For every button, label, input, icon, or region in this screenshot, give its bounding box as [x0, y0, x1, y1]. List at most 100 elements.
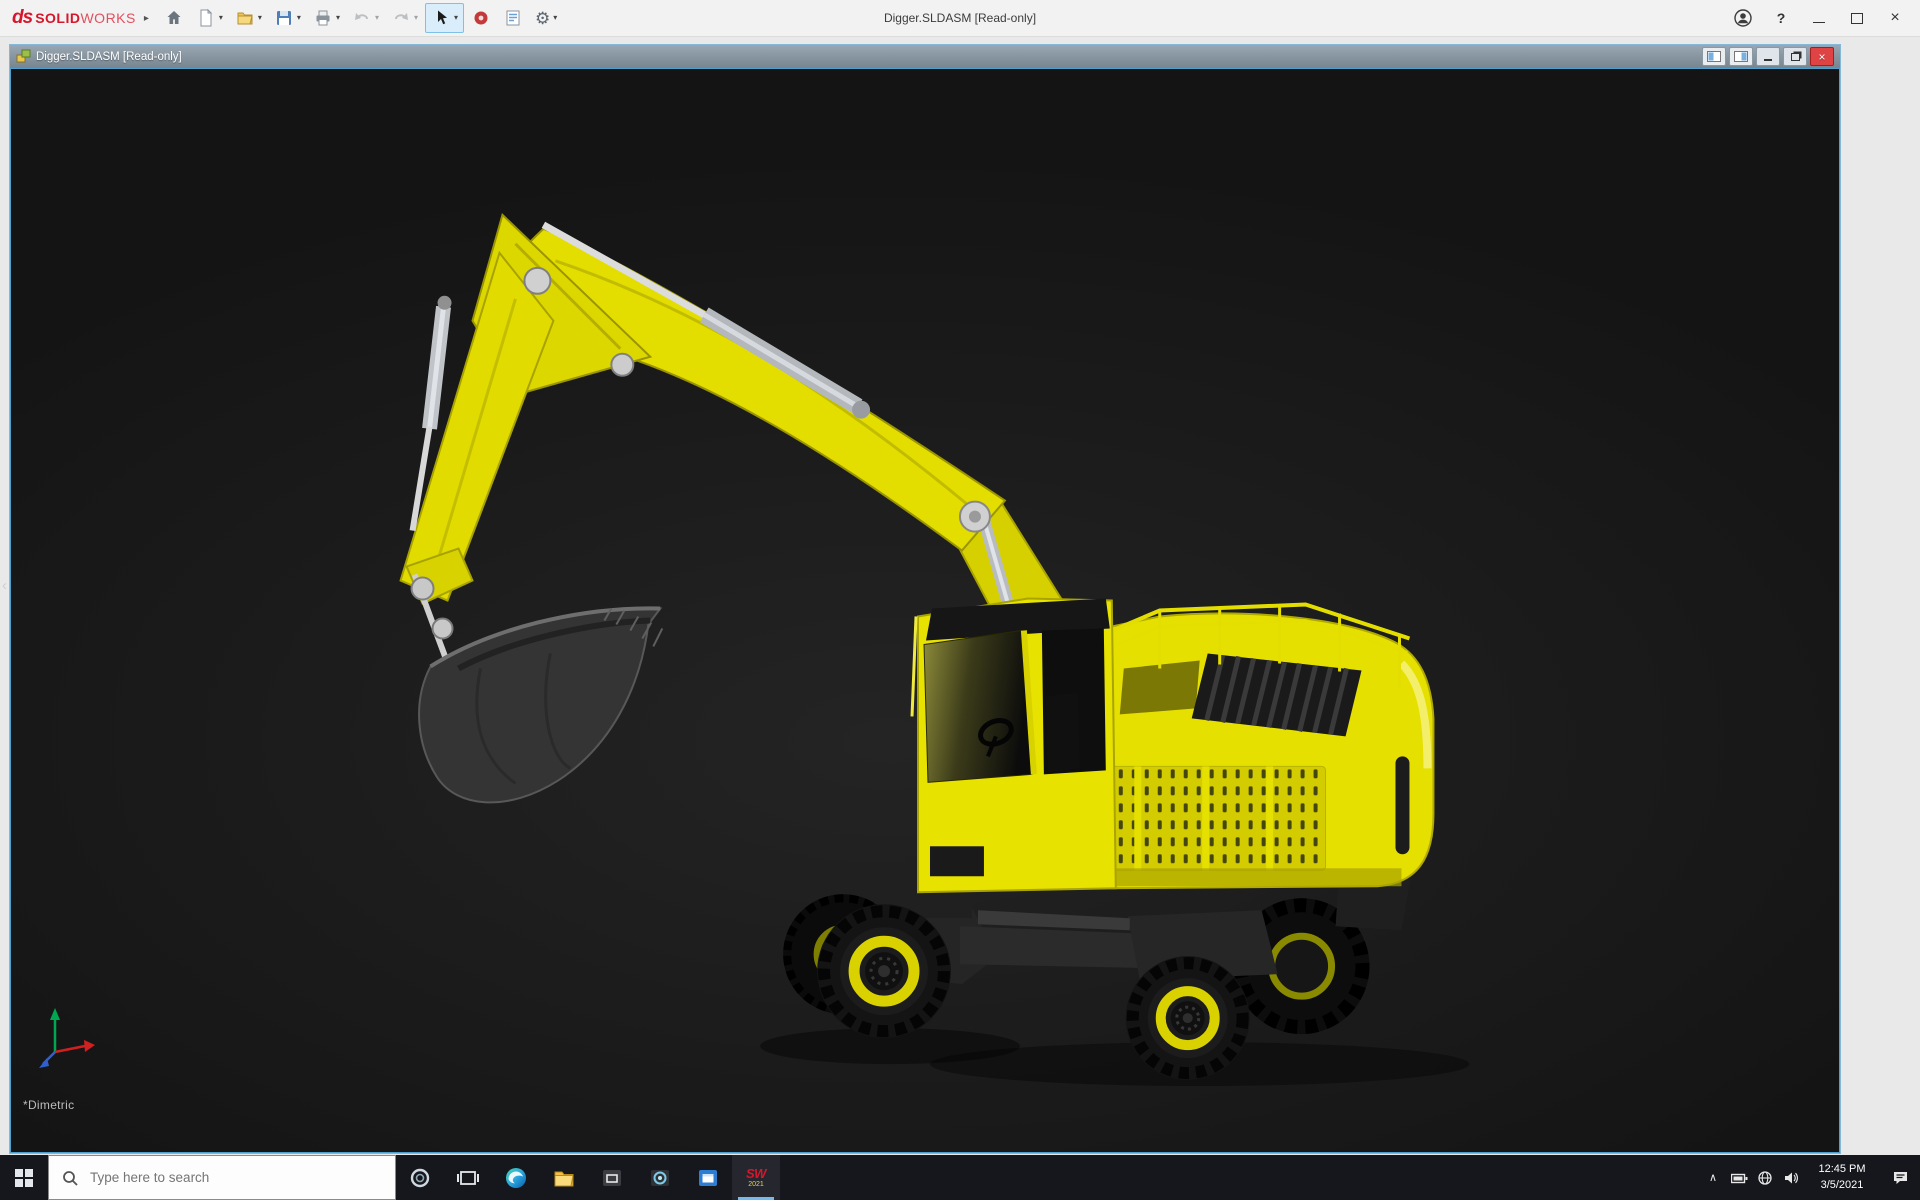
- maximize-button[interactable]: [1840, 3, 1874, 33]
- new-caret-icon[interactable]: ▾: [219, 14, 223, 22]
- minimize-button[interactable]: [1802, 3, 1836, 33]
- menu-flyout-arrow-icon[interactable]: ▸: [144, 13, 149, 24]
- select-caret-icon[interactable]: ▾: [454, 14, 458, 22]
- doc-minimize-icon: [1764, 59, 1772, 61]
- gear-icon: ⚙: [535, 10, 550, 27]
- solidworks-logo[interactable]: ds SOLID WORKS: [12, 7, 136, 29]
- boom-assembly[interactable]: [401, 215, 1080, 661]
- save-icon: [274, 8, 294, 28]
- solidworks-app-icon: SW 2021: [746, 1167, 766, 1188]
- start-button[interactable]: [0, 1155, 48, 1200]
- open-button[interactable]: ▾: [230, 4, 267, 32]
- doc-pane-button-1[interactable]: [1702, 47, 1726, 66]
- doc-minimize-button[interactable]: [1756, 47, 1780, 66]
- file-properties-icon: [503, 8, 523, 28]
- search-input[interactable]: [88, 1169, 362, 1186]
- doc-close-button[interactable]: ×: [1810, 47, 1834, 66]
- taskbar-clock[interactable]: 12:45 PM 3/5/2021: [1804, 1162, 1880, 1194]
- select-tool-button[interactable]: ▾: [425, 3, 464, 33]
- undo-button[interactable]: ▾: [347, 4, 384, 32]
- cortana-icon: [409, 1167, 431, 1189]
- mouse-gestures-button[interactable]: [466, 4, 496, 32]
- document-window-controls: ×: [1702, 47, 1834, 66]
- cab[interactable]: [912, 599, 1116, 893]
- file-properties-button[interactable]: [498, 4, 528, 32]
- open-caret-icon[interactable]: ▾: [258, 14, 262, 22]
- redo-button[interactable]: ▾: [386, 4, 423, 32]
- pin-plate[interactable]: [611, 354, 633, 376]
- document-titlebar[interactable]: Digger.SLDASM [Read-only] ×: [10, 45, 1840, 68]
- excavator-model[interactable]: [11, 69, 1839, 1152]
- cortana-button[interactable]: [396, 1155, 444, 1200]
- app-titlebar: ds SOLID WORKS ▸ ▾ ▾ ▾ ▾: [0, 0, 1920, 37]
- options-caret-icon[interactable]: ▾: [553, 14, 557, 22]
- system-tray: ∧ 12:45 PM 3/5/2021: [1700, 1155, 1920, 1200]
- doc-restore-button[interactable]: [1783, 47, 1807, 66]
- wheel-rear-near[interactable]: [1126, 956, 1250, 1080]
- tray-expand-button[interactable]: ∧: [1700, 1155, 1726, 1200]
- file-explorer-button[interactable]: [540, 1155, 588, 1200]
- action-center-button[interactable]: [1880, 1155, 1920, 1200]
- doc-close-icon: ×: [1818, 51, 1825, 63]
- network-icon: [1757, 1171, 1773, 1185]
- windows-taskbar: SW 2021 ∧ 12:45 PM 3/5/2021: [0, 1155, 1920, 1200]
- quick-access-toolbar: ▾ ▾ ▾ ▾ ▾ ▾ ▾: [159, 3, 562, 33]
- seat: [1046, 692, 1080, 772]
- help-button[interactable]: ?: [1764, 3, 1798, 33]
- wheel-front-near[interactable]: [817, 904, 951, 1038]
- taskbar-search[interactable]: [48, 1155, 396, 1200]
- windshield[interactable]: [924, 630, 1032, 782]
- boom[interactable]: [494, 229, 1005, 551]
- home-button[interactable]: [159, 4, 189, 32]
- snip-tool-icon: [600, 1166, 624, 1190]
- document-title: Digger.SLDASM [Read-only]: [36, 51, 182, 63]
- save-caret-icon[interactable]: ▾: [297, 14, 301, 22]
- options-button[interactable]: ⚙ ▾: [530, 4, 562, 32]
- rear-slot: [1395, 756, 1409, 854]
- panel-collapse-arrow[interactable]: ‹: [2, 578, 7, 593]
- close-icon: ×: [1890, 10, 1899, 26]
- logo-solid-text: SOLID: [35, 10, 80, 26]
- network-tray-button[interactable]: [1752, 1155, 1778, 1200]
- clock-time: 12:45 PM: [1804, 1162, 1880, 1178]
- solidworks-year-badge: 2021: [748, 1181, 764, 1188]
- bucket[interactable]: [419, 608, 662, 802]
- action-center-icon: [1892, 1170, 1909, 1185]
- account-button[interactable]: [1726, 3, 1760, 33]
- triad-y-axis: [50, 1008, 60, 1020]
- task-view-button[interactable]: [444, 1155, 492, 1200]
- edge-button[interactable]: [492, 1155, 540, 1200]
- pin-elbow[interactable]: [524, 268, 550, 294]
- solidworks-taskbar-button[interactable]: SW 2021: [732, 1155, 780, 1200]
- print-caret-icon[interactable]: ▾: [336, 14, 340, 22]
- maximize-icon: [1851, 13, 1863, 24]
- pin-stick-end[interactable]: [412, 578, 434, 600]
- doc-pane-button-2[interactable]: [1729, 47, 1753, 66]
- undo-icon: [352, 8, 372, 28]
- logo-works-text: WORKS: [80, 10, 135, 26]
- open-folder-icon: [235, 8, 255, 28]
- battery-icon: [1731, 1172, 1748, 1184]
- window-app-button[interactable]: [684, 1155, 732, 1200]
- battery-tray-button[interactable]: [1726, 1155, 1752, 1200]
- edge-icon: [504, 1166, 528, 1190]
- media-app-button[interactable]: [636, 1155, 684, 1200]
- volume-tray-button[interactable]: [1778, 1155, 1804, 1200]
- graphics-viewport[interactable]: *Dimetric: [10, 68, 1840, 1153]
- new-document-button[interactable]: ▾: [191, 4, 228, 32]
- file-explorer-icon: [552, 1166, 576, 1190]
- save-button[interactable]: ▾: [269, 4, 306, 32]
- triad-x-axis: [84, 1040, 95, 1052]
- redo-caret-icon[interactable]: ▾: [414, 14, 418, 22]
- search-icon: [62, 1170, 78, 1186]
- screen: ds SOLID WORKS ▸ ▾ ▾ ▾ ▾: [0, 0, 1920, 1200]
- help-icon: ?: [1777, 10, 1786, 26]
- logo-ds-icon: ds: [12, 7, 32, 29]
- close-button[interactable]: ×: [1878, 3, 1912, 33]
- undo-caret-icon[interactable]: ▾: [375, 14, 379, 22]
- tile-pane-icon: [1734, 51, 1748, 62]
- pin-bucket[interactable]: [433, 618, 453, 638]
- print-button[interactable]: ▾: [308, 4, 345, 32]
- snip-tool-button[interactable]: [588, 1155, 636, 1200]
- upper-body[interactable]: [1068, 605, 1434, 889]
